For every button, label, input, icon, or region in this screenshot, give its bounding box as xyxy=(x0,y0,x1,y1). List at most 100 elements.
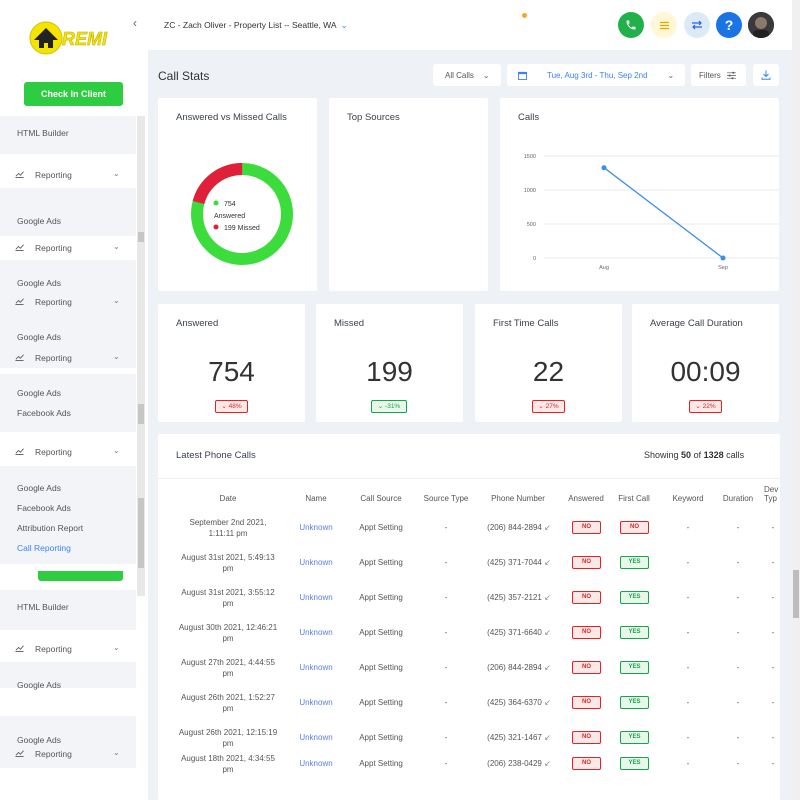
column-header-first-call[interactable]: First Call xyxy=(614,494,654,503)
chevron-down-icon: ⌄ xyxy=(113,352,120,361)
download-button[interactable] xyxy=(753,64,779,86)
sidebar-item-google-ads[interactable]: Google Ads xyxy=(0,216,136,226)
answered-label: Answered xyxy=(214,213,245,220)
table-row[interactable]: September 2nd 2021, 1:11:11 pm Unknown Appt… xyxy=(158,516,780,551)
trend-badge: ⌄ 22% xyxy=(689,400,722,413)
sidebar-scroll-thumb[interactable] xyxy=(138,232,144,242)
call-time: pm xyxy=(222,765,234,774)
sidebar-item-google-ads[interactable]: Google Ads xyxy=(0,332,136,342)
window-scrollbar[interactable] xyxy=(792,0,800,800)
sidebar-item-google-ads[interactable]: Google Ads xyxy=(0,278,136,288)
sidebar-item-reporting[interactable]: Reporting ⌄ xyxy=(0,350,136,368)
column-header-call-source[interactable]: Call Source xyxy=(354,494,408,503)
account-selector[interactable]: ZC - Zach Oliver - Property List -- Seat… xyxy=(164,20,348,31)
caller-name-link[interactable]: Unknown xyxy=(298,759,334,768)
phone-number: (206) 238-0429 ↙ xyxy=(484,759,554,768)
table-row[interactable]: August 26th 2021, 1:52:27 pm Unknown Appt S… xyxy=(158,691,780,726)
sidebar-item-google-ads[interactable]: Google Ads xyxy=(0,483,136,493)
sidebar-item-attribution-report[interactable]: Attribution Report xyxy=(0,523,136,533)
caller-name-link[interactable]: Unknown xyxy=(298,733,334,742)
sidebar-scroll-thumb[interactable] xyxy=(138,404,144,424)
device-type: - xyxy=(771,663,775,672)
column-header-name[interactable]: Name xyxy=(298,494,334,503)
caller-name-link[interactable]: Unknown xyxy=(298,663,334,672)
calls-filter-dropdown[interactable]: All Calls ⌄ xyxy=(433,64,501,86)
tasks-button[interactable] xyxy=(651,12,677,38)
sidebar-item-reporting[interactable]: Reporting ⌄ xyxy=(0,240,136,258)
call-time: pm xyxy=(222,599,234,608)
remi-logo[interactable]: REMI xyxy=(28,16,124,60)
sidebar-item-reporting[interactable]: Reporting ⌄ xyxy=(0,444,136,462)
filters-label: Filters xyxy=(699,70,721,80)
sidebar-item-html-builder[interactable]: HTML Builder xyxy=(0,128,136,138)
column-header-duration[interactable]: Duration xyxy=(716,494,760,503)
collapse-sidebar-icon[interactable]: ‹ xyxy=(133,16,137,30)
showing-number: 50 xyxy=(681,450,692,460)
duration: - xyxy=(736,698,740,707)
sidebar-item-html-builder[interactable]: HTML Builder xyxy=(0,602,136,612)
answered-badge: NO xyxy=(572,696,601,709)
column-header-answered[interactable]: Answered xyxy=(562,494,610,503)
caller-name-link[interactable]: Unknown xyxy=(298,698,334,707)
column-header-source-type[interactable]: Source Type xyxy=(418,494,474,503)
user-avatar[interactable] xyxy=(748,12,774,38)
table-row[interactable]: August 31st 2021, 3:55:12 pm Unknown Appt S… xyxy=(158,586,780,621)
duration: - xyxy=(736,628,740,637)
sidebar-item-reporting[interactable]: Reporting ⌄ xyxy=(0,641,136,659)
notification-dot xyxy=(522,13,527,18)
page-title: Call Stats xyxy=(158,69,210,83)
help-button[interactable]: ? xyxy=(716,12,742,38)
sidebar-scroll-thumb[interactable] xyxy=(138,498,144,568)
keyword: - xyxy=(686,698,690,707)
table-row[interactable]: August 30th 2021, 12:46:21 pm Unknown Appt … xyxy=(158,621,780,656)
call-date: August 26th 2021, 12:15:19 xyxy=(178,728,278,737)
table-row[interactable]: August 18th 2021, 4:34:55 pm Unknown Appt S… xyxy=(158,752,780,787)
caller-name-link[interactable]: Unknown xyxy=(298,523,334,532)
answered-value: 754 xyxy=(208,356,255,387)
keyword: - xyxy=(686,593,690,602)
sidebar-item-reporting[interactable]: Reporting ⌄ xyxy=(0,167,136,185)
phone-number-text: (425) 364-6370 xyxy=(487,698,542,707)
sidebar-item-facebook-ads[interactable]: Facebook Ads xyxy=(0,503,136,513)
sidebar-item-google-ads[interactable]: Google Ads xyxy=(0,735,136,745)
caller-name-link[interactable]: Unknown xyxy=(298,628,334,637)
average-call-duration-stat-card: Average Call Duration 00:09 ⌄ 22% xyxy=(632,304,779,422)
duration: - xyxy=(736,523,740,532)
sidebar-item-google-ads[interactable]: Google Ads xyxy=(0,680,136,690)
column-header-date[interactable]: Date xyxy=(178,494,278,503)
table-row[interactable]: August 27th 2021, 4:44:55 pm Unknown Appt S… xyxy=(158,656,780,691)
column-header-phone-number[interactable]: Phone Number xyxy=(482,494,554,503)
check-in-client-button-fragment xyxy=(38,571,123,581)
first-call-badge: YES xyxy=(620,696,649,709)
check-in-client-button[interactable]: Check In Client xyxy=(24,82,123,106)
call-time: pm xyxy=(222,564,234,573)
call-source: Appt Setting xyxy=(359,663,403,672)
caller-name-link[interactable]: Unknown xyxy=(298,558,334,567)
table-row[interactable]: August 31st 2021, 5:49:13 pm Unknown Appt S… xyxy=(158,551,780,586)
calls-data-point[interactable] xyxy=(601,165,607,171)
keyword: - xyxy=(686,663,690,672)
sidebar-item-reporting[interactable]: Reporting ⌄ xyxy=(0,746,136,764)
phone-number-text: (206) 844-2894 xyxy=(487,523,542,532)
source-type: - xyxy=(444,628,448,637)
calls-data-point[interactable] xyxy=(720,255,726,261)
chart-trend-icon xyxy=(15,298,24,305)
sidebar-item-call-reporting[interactable]: Call Reporting xyxy=(0,543,136,553)
phone-button[interactable] xyxy=(618,12,644,38)
sidebar-item-reporting[interactable]: Reporting ⌄ xyxy=(0,294,136,312)
window-scroll-thumb[interactable] xyxy=(793,570,799,618)
filters-button[interactable]: Filters xyxy=(691,64,746,86)
breadcrumb-text: ZC - Zach Oliver - Property List -- Seat… xyxy=(164,20,337,30)
swap-arrows-icon xyxy=(692,20,702,30)
switch-account-button[interactable] xyxy=(684,12,710,38)
caller-name-link[interactable]: Unknown xyxy=(298,593,334,602)
y-tick-label: 0 xyxy=(533,256,536,262)
date-range-picker[interactable]: Tue, Aug 3rd - Thu, Sep 2nd ⌄ xyxy=(507,64,685,86)
column-header-keyword[interactable]: Keyword xyxy=(666,494,710,503)
sidebar-item-facebook-ads[interactable]: Facebook Ads xyxy=(0,408,136,418)
sidebar-item-google-ads[interactable]: Google Ads xyxy=(0,388,136,398)
column-header-device-type[interactable]: Dev Typ xyxy=(764,485,780,503)
device-type: - xyxy=(771,558,775,567)
first-call-badge: YES xyxy=(620,556,649,569)
answered-badge: NO xyxy=(572,591,601,604)
